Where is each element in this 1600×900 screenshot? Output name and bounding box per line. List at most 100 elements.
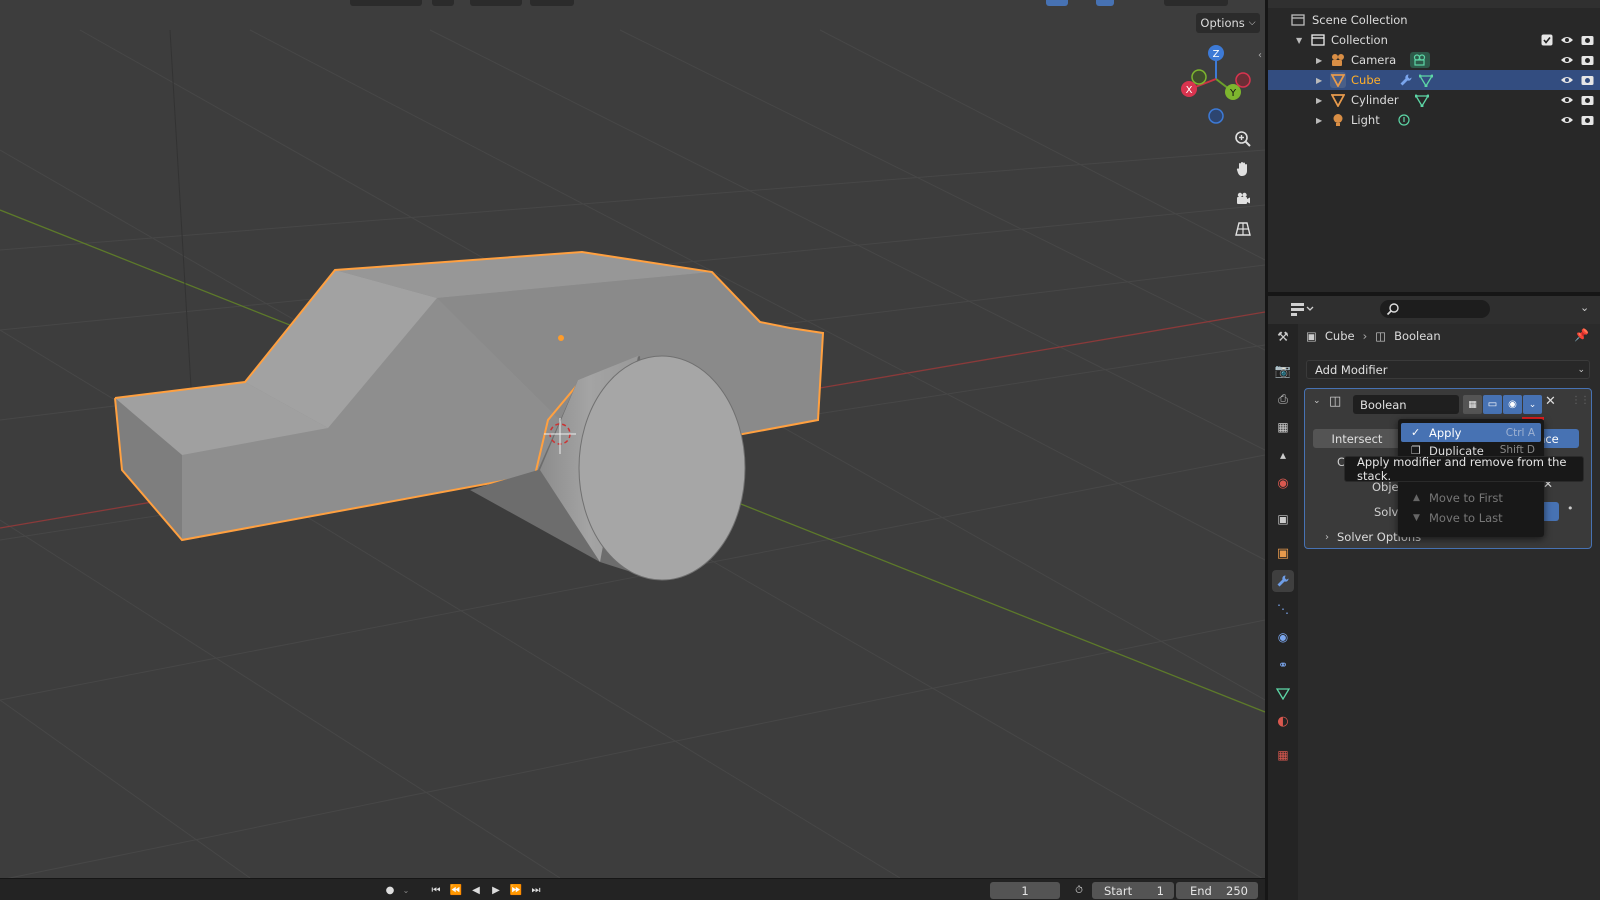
tab-texture[interactable]: ▦ [1272, 744, 1294, 766]
prev-keyframe-icon[interactable]: ⏪ [448, 882, 464, 898]
current-frame-field[interactable]: 1 [990, 882, 1060, 899]
render-camera-icon[interactable] [1580, 73, 1594, 87]
outliner-row-collection[interactable]: ▼ Collection [1268, 30, 1600, 50]
tab-output[interactable]: ⎙ [1272, 388, 1294, 410]
properties-editor: ⌄ ⚒ 📷 ⎙ ▦ ▴ ◉ ▣ ▣ ⋱ ◉ ⚭ ◐ ▦ ▣ Cube › ◫ B… [1268, 296, 1600, 900]
drag-handle-icon[interactable]: ⋮⋮ [1571, 395, 1590, 406]
gizmo-toggle-button[interactable] [1046, 0, 1068, 6]
triangle-down-icon: ▼ [1413, 512, 1420, 523]
close-icon[interactable]: ✕ [1545, 394, 1556, 409]
jump-end-icon[interactable]: ⏭ [528, 882, 544, 898]
outliner-row-cube[interactable]: ▶ Cube [1268, 70, 1600, 90]
menu-item-label: Move to Last [1429, 510, 1503, 525]
render-camera-icon[interactable] [1580, 33, 1594, 47]
eye-icon[interactable] [1560, 53, 1574, 67]
render-camera-icon[interactable] [1580, 53, 1594, 67]
end-frame-field[interactable]: End 250 [1176, 882, 1258, 899]
outliner-row-scene-collection[interactable]: Scene Collection [1268, 10, 1600, 30]
menu-item-move-to-first[interactable]: ▲ Move to First [1401, 488, 1541, 507]
mesh-data-icon[interactable] [1418, 72, 1434, 88]
editor-type-button[interactable] [350, 0, 422, 6]
light-object-icon [1330, 112, 1346, 128]
outliner-row-cylinder[interactable]: ▶ Cylinder [1268, 90, 1600, 110]
render-camera-icon[interactable] [1580, 113, 1594, 127]
expand-right-icon[interactable]: ▶ [1316, 96, 1322, 105]
intersect-button[interactable]: Intersect [1313, 429, 1401, 448]
tab-view-layer[interactable]: ▦ [1272, 416, 1294, 438]
zoom-icon[interactable] [1230, 126, 1256, 152]
chevron-down-icon[interactable]: ⌄ [1580, 301, 1589, 314]
svg-text:X: X [1186, 85, 1193, 96]
mesh-data-icon[interactable] [1414, 92, 1430, 108]
eye-icon[interactable] [1560, 33, 1574, 47]
editor-type-icon[interactable] [1290, 301, 1314, 320]
checkbox-icon[interactable] [1540, 33, 1554, 47]
overlay-toggle-button[interactable] [1096, 0, 1114, 6]
outliner-item-label: Light [1351, 113, 1380, 127]
add-modifier-button[interactable]: Add Modifier ⌄ [1306, 360, 1590, 379]
edit-mode-toggle-icon[interactable]: ▦ [1463, 395, 1482, 414]
expand-right-icon[interactable]: ▶ [1316, 76, 1322, 85]
next-keyframe-icon[interactable]: ⏩ [508, 882, 524, 898]
transform-pivot-button[interactable] [470, 0, 522, 6]
wrench-modifier-icon[interactable] [1398, 72, 1414, 88]
play-icon[interactable]: ▶ [488, 882, 504, 898]
menu-item-apply[interactable]: ✓ Apply Ctrl A [1401, 423, 1541, 442]
collection-icon: ▣ [1277, 512, 1289, 526]
snap-button[interactable] [530, 0, 574, 6]
outliner-item-label: Cube [1351, 73, 1381, 87]
tab-physics[interactable]: ◉ [1272, 626, 1294, 648]
light-data-icon[interactable] [1396, 112, 1412, 128]
start-frame-field[interactable]: Start 1 [1092, 882, 1174, 899]
play-reverse-icon[interactable]: ◀ [468, 882, 484, 898]
tab-collection[interactable]: ▣ [1272, 508, 1294, 530]
jump-start-icon[interactable]: ⏮ [428, 882, 444, 898]
collapse-down-icon[interactable]: ⌄ [1313, 396, 1321, 406]
sidebar-expand-icon[interactable]: ‹ [1258, 50, 1262, 61]
chevron-down-icon[interactable]: ⌄ [400, 882, 412, 898]
tab-render[interactable]: 📷 [1272, 360, 1294, 382]
eye-icon[interactable] [1560, 93, 1574, 107]
expand-down-icon[interactable]: ▼ [1296, 36, 1302, 45]
tab-scene[interactable]: ▴ [1272, 444, 1294, 466]
tab-modifiers[interactable] [1272, 570, 1294, 592]
render-toggle-icon[interactable]: ◉ [1503, 395, 1522, 414]
outliner-row-light[interactable]: ▶ Light [1268, 110, 1600, 130]
breadcrumb: ▣ Cube › ◫ Boolean [1306, 326, 1441, 346]
render-camera-icon[interactable] [1580, 93, 1594, 107]
eye-icon[interactable] [1560, 113, 1574, 127]
outliner-row-camera[interactable]: ▶ Camera [1268, 50, 1600, 70]
modifier-name-field[interactable]: Boolean [1353, 395, 1459, 414]
stopwatch-icon[interactable]: ⏱ [1070, 882, 1088, 898]
tab-material[interactable]: ◐ [1272, 710, 1294, 732]
menu-item-duplicate[interactable]: ❐ Duplicate Shift D [1401, 442, 1541, 456]
expand-right-icon[interactable]: ▶ [1316, 116, 1322, 125]
shading-mode-buttons[interactable] [1164, 0, 1228, 6]
menu-item-shortcut: Ctrl A [1505, 426, 1535, 439]
outliner-header[interactable] [1268, 0, 1600, 8]
decorator-dot-icon[interactable]: • [1567, 502, 1574, 515]
perspective-toggle-icon[interactable] [1230, 216, 1256, 242]
object-mode-button[interactable] [432, 0, 454, 6]
options-dropdown[interactable]: Options ⌵ [1196, 13, 1260, 33]
tab-data[interactable] [1272, 682, 1294, 704]
properties-search-input[interactable] [1380, 300, 1490, 318]
constraints-icon: ⚭ [1277, 658, 1289, 672]
tab-tool[interactable]: ⚒ [1272, 326, 1294, 348]
viewport-scene[interactable]: Z Y X [0, 0, 1265, 878]
tab-constraints[interactable]: ⚭ [1272, 654, 1294, 676]
pin-icon[interactable]: 📌 [1574, 328, 1589, 342]
viewport-display-toggle-icon[interactable]: ▭ [1483, 395, 1502, 414]
tab-world[interactable]: ◉ [1272, 472, 1294, 494]
pan-hand-icon[interactable] [1230, 156, 1256, 182]
expand-right-icon[interactable]: ▶ [1316, 56, 1322, 65]
camera-view-icon[interactable] [1230, 186, 1256, 212]
modifier-menu-chevron-icon[interactable]: ⌄ [1523, 395, 1542, 414]
3d-viewport[interactable]: Z Y X Options ⌵ ‹ [0, 0, 1265, 878]
eye-icon[interactable] [1560, 73, 1574, 87]
tab-object[interactable]: ▣ [1272, 542, 1294, 564]
tab-particles[interactable]: ⋱ [1272, 598, 1294, 620]
menu-item-move-to-last[interactable]: ▼ Move to Last [1401, 508, 1541, 527]
record-icon[interactable]: ● [382, 882, 398, 898]
camera-data-icon[interactable] [1410, 52, 1430, 68]
